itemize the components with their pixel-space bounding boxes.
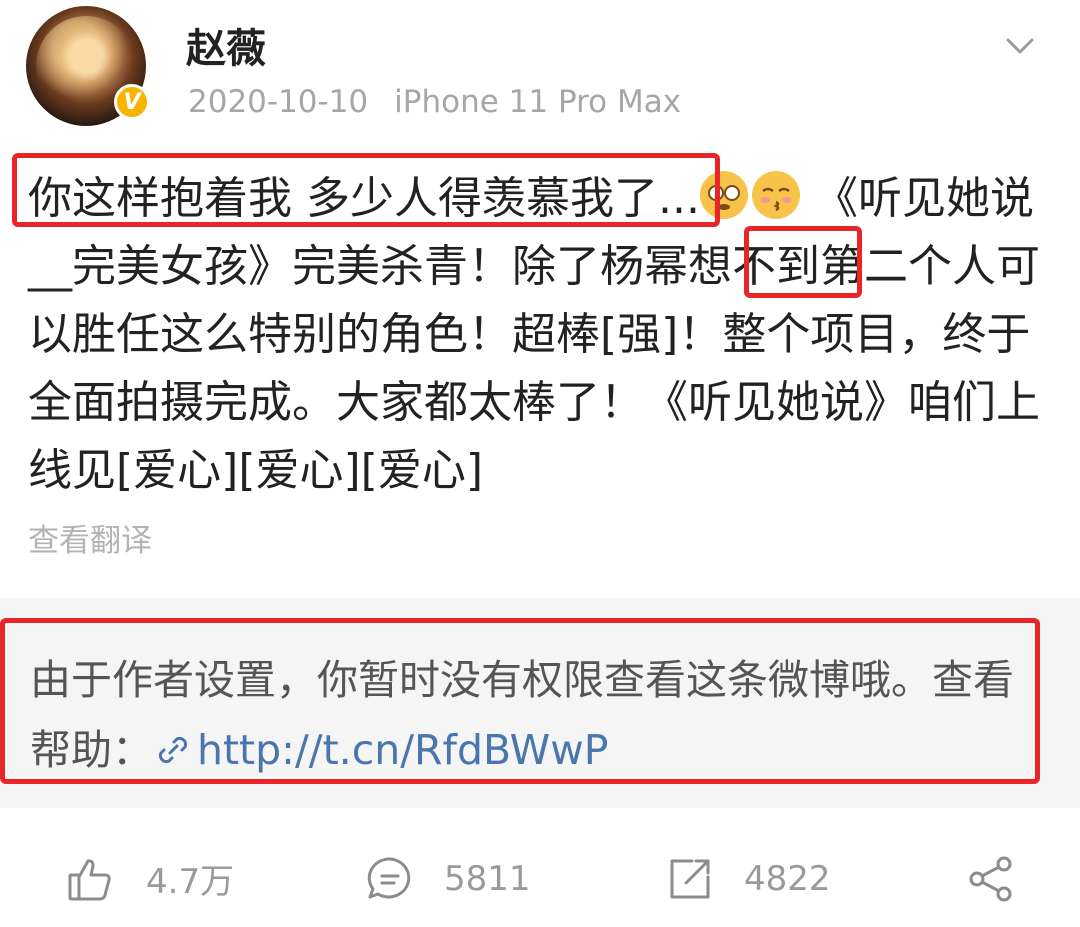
post-meta: 2020-10-10 iPhone 11 Pro Max xyxy=(188,84,681,120)
highlight-box-3 xyxy=(0,618,1040,784)
like-icon xyxy=(68,858,111,900)
comment-count: 5811 xyxy=(444,858,531,899)
like-count: 4.7万 xyxy=(146,862,235,902)
comment-button[interactable]: 5811 xyxy=(364,830,531,927)
post-date: 2020-10-10 xyxy=(188,84,369,120)
chevron-down-icon[interactable] xyxy=(1002,28,1038,64)
share-button[interactable] xyxy=(966,830,1018,927)
action-bar: 4.7万 5811 4822 xyxy=(0,830,1080,927)
repost-button[interactable]: 4822 xyxy=(664,830,831,927)
username[interactable]: 赵薇 xyxy=(186,16,266,74)
verified-badge-icon: V xyxy=(114,84,150,120)
post-device: iPhone 11 Pro Max xyxy=(394,84,682,120)
like-button[interactable]: 4.7万 xyxy=(66,830,234,927)
emoji-kiss-icon xyxy=(751,171,800,219)
repost-count: 4822 xyxy=(744,858,831,899)
post-highlight-2[interactable]: 杨幂 xyxy=(600,241,688,292)
highlight-box-2 xyxy=(744,226,862,298)
share-icon xyxy=(969,856,1012,901)
comment-icon xyxy=(367,856,411,898)
repost-icon xyxy=(670,859,710,898)
translate-link[interactable]: 查看翻译 xyxy=(28,515,152,560)
highlight-box-1 xyxy=(12,153,720,227)
